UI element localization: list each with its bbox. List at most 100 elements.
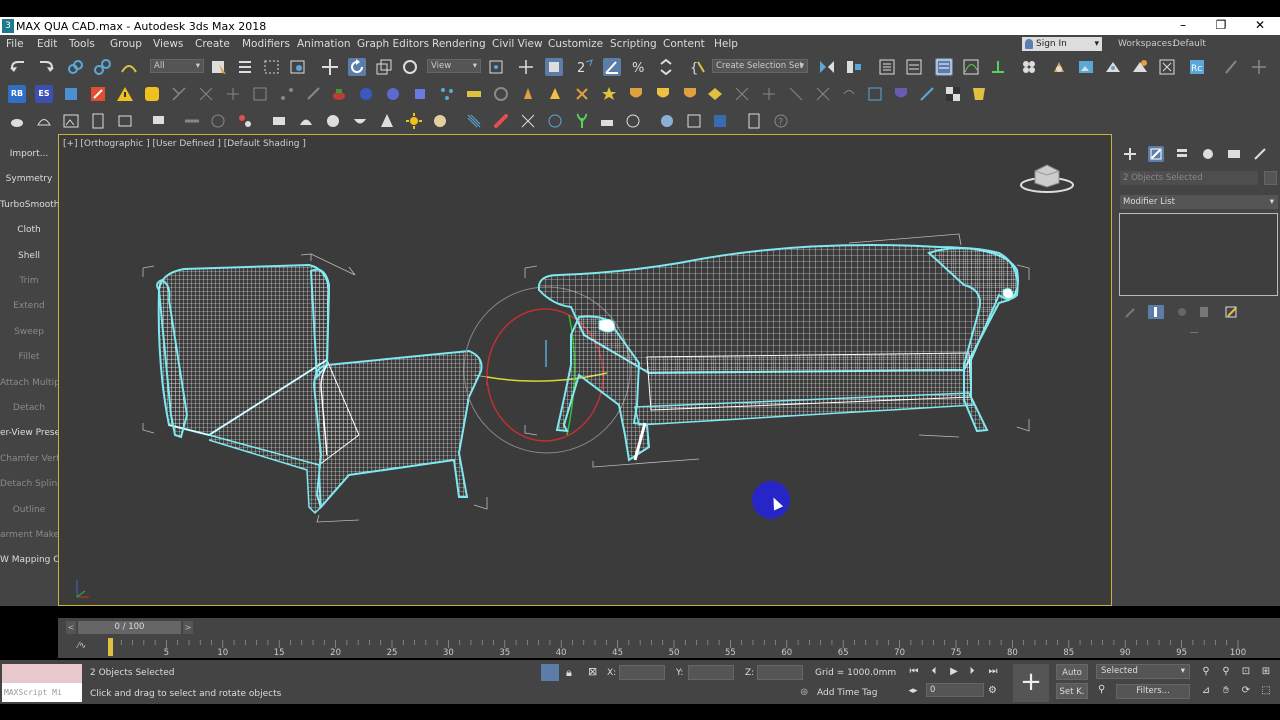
selection-set-dropdown[interactable]: Selected ▾ <box>1096 664 1190 679</box>
set-key-button[interactable]: Set K. <box>1056 683 1088 699</box>
key-filters-icon[interactable]: ⚲ <box>1098 684 1105 695</box>
globe-icon[interactable] <box>546 112 564 130</box>
es-plugin-badge[interactable]: ES <box>35 85 53 103</box>
modifier-stack[interactable] <box>1119 213 1278 296</box>
sky-light-icon[interactable] <box>681 85 699 103</box>
zoom-extents-icon[interactable]: ⊡ <box>1238 664 1254 680</box>
align-icon[interactable] <box>845 58 863 76</box>
teapot-red-icon[interactable] <box>330 85 348 103</box>
render-cloud-icon[interactable] <box>1158 58 1176 76</box>
orbit-icon[interactable]: ⟳ <box>1238 683 1254 699</box>
left-panel-item[interactable]: Detach <box>0 403 58 413</box>
zoom-icon[interactable]: ⚲ <box>1198 664 1214 680</box>
left-panel-item[interactable]: TurboSmooth <box>0 200 58 210</box>
bind-space-warp-icon[interactable] <box>120 58 138 76</box>
create-tab-icon[interactable] <box>1122 146 1138 162</box>
systems-icon[interactable] <box>814 85 832 103</box>
image-icon[interactable] <box>62 112 80 130</box>
keyboard-shortcut-toggle-icon[interactable] <box>545 58 563 76</box>
rendered-frame-window-icon[interactable] <box>1077 58 1095 76</box>
bake-icon[interactable] <box>711 112 729 130</box>
render-production-icon[interactable] <box>1104 58 1122 76</box>
absolute-mode-icon[interactable]: ⊠ <box>588 665 597 678</box>
menu-rendering[interactable]: Rendering <box>432 38 486 50</box>
teapot-icon[interactable] <box>8 112 26 130</box>
track-bar[interactable]: ⁄∿ 5 10 15 20 25 30 35 40 45 50 55 60 65 70 75 80 85 90 95… <box>58 636 1280 658</box>
edit-named-selection-icon[interactable]: { <box>688 58 706 76</box>
left-panel-item[interactable]: Shell <box>0 251 58 261</box>
play-icon[interactable]: ▶ <box>946 664 962 680</box>
left-panel-item[interactable]: Chamfer Vertex <box>0 454 58 464</box>
restore-button[interactable]: ❐ <box>1211 18 1231 32</box>
x-coord-field[interactable] <box>619 665 665 680</box>
box-icon[interactable] <box>116 112 134 130</box>
cylinder-icon[interactable] <box>411 85 429 103</box>
minimize-button[interactable]: – <box>1173 18 1193 32</box>
left-panel-item[interactable]: Outline <box>0 505 58 515</box>
shapes-icon[interactable] <box>866 85 884 103</box>
set-key-plus-button[interactable]: + <box>1013 664 1049 702</box>
menu-content[interactable]: Content <box>663 38 705 50</box>
scene-explorer-icon[interactable] <box>878 58 896 76</box>
prev-frame-icon[interactable]: ⏴ <box>926 664 942 680</box>
scene-wireframe[interactable] <box>59 135 1113 607</box>
lathe-icon[interactable] <box>209 112 227 130</box>
cone-icon[interactable] <box>378 112 396 130</box>
bowl-icon[interactable] <box>351 112 369 130</box>
sun-yellow-icon[interactable] <box>405 112 423 130</box>
cube-blue-icon[interactable] <box>62 85 80 103</box>
z-coord-field[interactable] <box>757 665 803 680</box>
clone-icon[interactable] <box>305 85 323 103</box>
placement-icon[interactable] <box>401 58 419 76</box>
y-coord-field[interactable] <box>688 665 734 680</box>
left-panel-item[interactable]: Sweep <box>0 327 58 337</box>
select-manipulate-icon[interactable] <box>517 58 535 76</box>
layer-explorer-icon[interactable] <box>905 58 923 76</box>
omni-light-icon[interactable] <box>573 85 591 103</box>
object-name-field[interactable]: 2 Objects Selected <box>1120 171 1258 185</box>
auto-key-button[interactable]: Auto <box>1056 664 1088 680</box>
plane-yellow-icon[interactable] <box>465 85 483 103</box>
pan-hand-icon[interactable]: ✋︎ <box>1218 683 1234 699</box>
menu-views[interactable]: Views <box>153 38 183 50</box>
unlink-icon[interactable] <box>93 58 111 76</box>
close-button[interactable]: ✕ <box>1250 18 1270 32</box>
paint-brush-icon[interactable] <box>1222 58 1240 76</box>
menu-edit[interactable]: Edit <box>37 38 57 50</box>
field-of-view-icon[interactable]: ⊿ <box>1198 683 1214 699</box>
ribbon-toggle-icon[interactable] <box>935 58 953 76</box>
wand-icon[interactable] <box>918 85 936 103</box>
viewcube-icon[interactable] <box>1017 159 1077 195</box>
viewport-orthographic[interactable]: [+] [Orthographic ] [User Defined ] [Def… <box>58 134 1112 606</box>
material-editor-icon[interactable] <box>1020 58 1038 76</box>
sun-icon[interactable] <box>600 85 618 103</box>
shield-light-icon[interactable] <box>627 85 645 103</box>
left-panel-item[interactable]: Import... <box>0 149 58 159</box>
percent-snap-icon[interactable]: % <box>630 58 648 76</box>
maxscript-listener[interactable]: MAXScript Mi <box>2 664 82 702</box>
window-crossing-icon[interactable] <box>289 58 307 76</box>
help-icon[interactable]: ? <box>772 112 790 130</box>
texture-icon[interactable] <box>624 112 642 130</box>
select-object-icon[interactable] <box>210 58 228 76</box>
utilities-tab-icon[interactable] <box>1252 146 1268 162</box>
pivot-center-icon[interactable] <box>487 58 505 76</box>
checker-icon[interactable] <box>944 85 962 103</box>
pattern-icon[interactable] <box>519 112 537 130</box>
plugin-yellow-icon[interactable] <box>143 85 161 103</box>
compound-icon[interactable] <box>840 85 858 103</box>
zoom-all-icon[interactable]: ⚲ <box>1218 664 1234 680</box>
rectangle-icon[interactable] <box>270 112 288 130</box>
menu-scripting[interactable]: Scripting <box>610 38 657 50</box>
disc-icon[interactable] <box>431 112 449 130</box>
object-color-swatch[interactable] <box>1264 171 1277 185</box>
pill-icon[interactable] <box>492 112 510 130</box>
menu-customize[interactable]: Customize <box>548 38 603 50</box>
time-next-arrow[interactable]: > <box>183 621 193 634</box>
menu-help[interactable]: Help <box>714 38 738 50</box>
spinner-snap-icon[interactable] <box>657 58 675 76</box>
modify-tab-icon[interactable] <box>1148 146 1164 162</box>
hose-icon[interactable] <box>183 112 201 130</box>
move-icon[interactable] <box>321 58 339 76</box>
render-iterative-icon[interactable] <box>1131 58 1149 76</box>
